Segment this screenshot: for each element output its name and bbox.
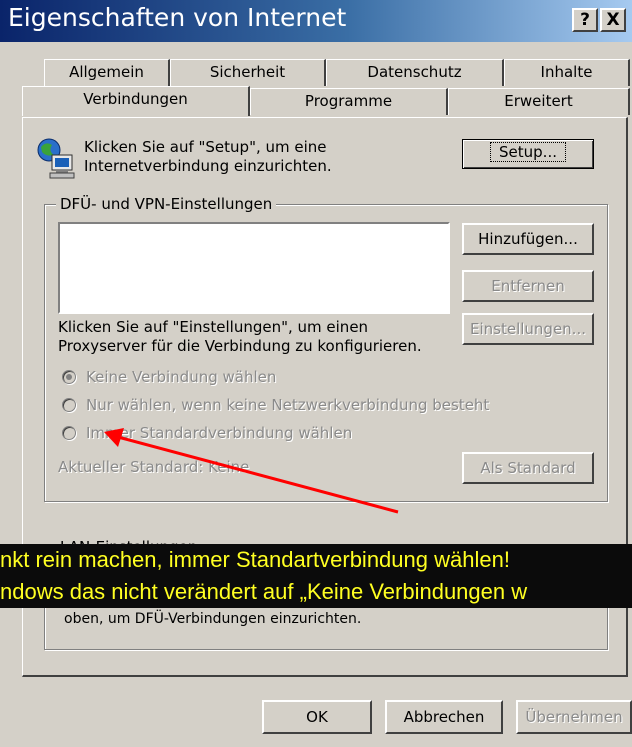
- overlay-caption-line2: ndows das nicht verändert auf „Keine Ver…: [0, 576, 632, 608]
- overlay-caption-line1: nkt rein machen, immer Standartverbindun…: [0, 544, 632, 576]
- annotation-arrow: [104, 428, 399, 514]
- internet-properties-dialog: Eigenschaften von Internet ? X Allgemein…: [0, 0, 632, 747]
